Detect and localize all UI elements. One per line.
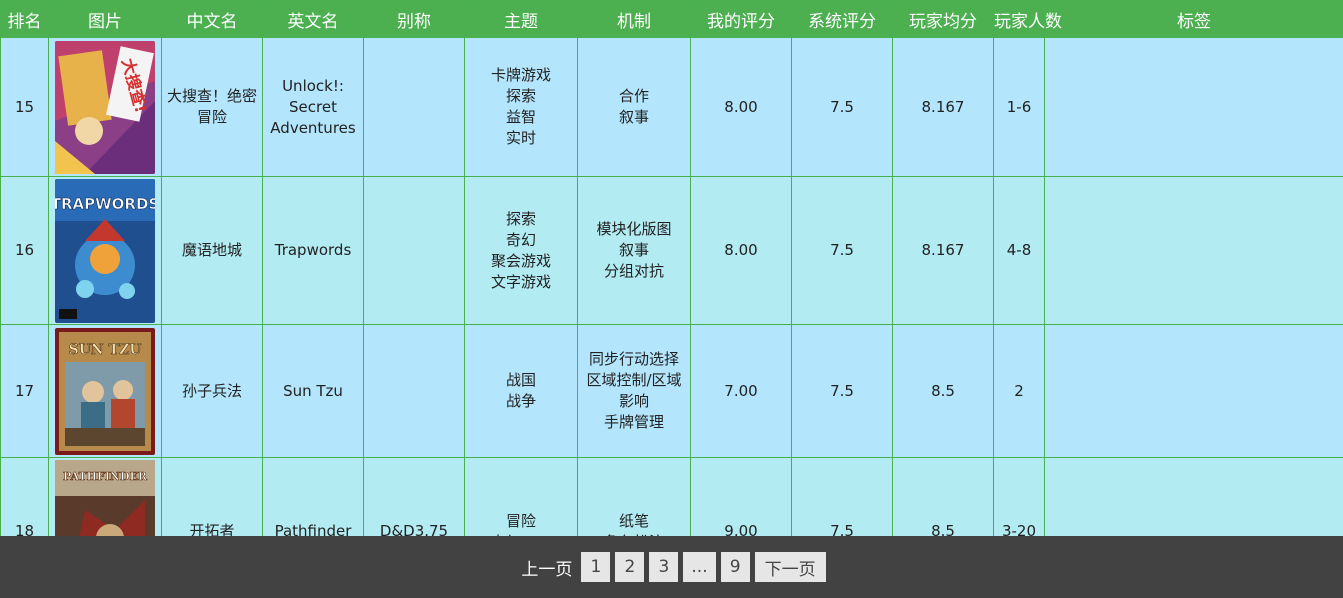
- column-header-image: 图片: [48, 0, 162, 38]
- rank-cell: 15: [0, 37, 49, 177]
- prev-page-link[interactable]: 上一页: [517, 555, 576, 580]
- sys-score-cell: 7.5: [791, 324, 893, 458]
- page: 排名 图片 中文名 英文名 别称 主题 机制 我的评分 系统评分 玩家均分 玩家…: [0, 0, 1343, 598]
- column-header-my-score[interactable]: 我的评分: [690, 0, 792, 38]
- theme-item: 卡牌游戏: [490, 66, 551, 84]
- my-score-cell: 8.00: [690, 37, 792, 177]
- column-header-tags[interactable]: 标签: [1044, 0, 1343, 38]
- column-header-en-name[interactable]: 英文名: [262, 0, 364, 38]
- cover-cell: 大搜查!: [48, 37, 162, 177]
- alias-cell: [363, 37, 465, 177]
- column-header-alias[interactable]: 别称: [363, 0, 465, 38]
- theme-cell: 战国 战争: [464, 324, 578, 458]
- mechanic-cell: 同步行动选择 区域控制/区域影响 手牌管理: [577, 324, 691, 458]
- mechanic-item: 手牌管理: [603, 413, 664, 431]
- sys-score-cell: 7.5: [791, 37, 893, 177]
- tags-cell: [1044, 176, 1343, 325]
- en-name-cell: Trapwords: [262, 176, 364, 325]
- mechanic-cell: 模块化版图 叙事 分组对抗: [577, 176, 691, 325]
- alias-cell: [363, 324, 465, 458]
- theme-item: 文字游戏: [490, 272, 551, 291]
- theme-item: 益智: [505, 108, 536, 126]
- mechanic-item: 同步行动选择: [588, 350, 679, 368]
- column-header-rank[interactable]: 排名: [0, 0, 49, 38]
- theme-item: 探索: [505, 209, 536, 228]
- table-row[interactable]: 16 TRAPWORDS 魔语地城 Trapwords 探索 奇幻 聚会游戏 文…: [0, 176, 1343, 325]
- sys-score-cell: 7.5: [791, 176, 893, 325]
- mechanic-item: 合作: [618, 87, 649, 105]
- theme-item: 聚会游戏: [490, 251, 551, 270]
- column-header-mechanic[interactable]: 机制: [577, 0, 691, 38]
- players-cell: 2: [993, 324, 1045, 458]
- players-cell: 1-6: [993, 37, 1045, 177]
- column-header-avg-score[interactable]: 玩家均分: [892, 0, 994, 38]
- mechanic-item: 纸笔: [618, 511, 649, 530]
- table-header: 排名 图片 中文名 英文名 别称 主题 机制 我的评分 系统评分 玩家均分 玩家…: [0, 0, 1343, 38]
- theme-item: 探索: [505, 87, 536, 105]
- cover-title: SUN TZU: [69, 342, 142, 358]
- cover-cell: SUN TZU: [48, 324, 162, 458]
- alias-cell: [363, 176, 465, 325]
- cover-title: PATHFINDER: [63, 470, 148, 483]
- mechanic-item: 模块化版图: [596, 220, 672, 238]
- cn-name-cell: 魔语地城: [161, 176, 263, 325]
- avg-score-cell: 8.167: [892, 37, 994, 177]
- column-header-players[interactable]: 玩家人数: [993, 0, 1062, 38]
- mechanic-item: 区域控制/区域影响: [586, 371, 682, 410]
- column-header-theme[interactable]: 主题: [464, 0, 578, 38]
- en-name-cell: Sun Tzu: [262, 324, 364, 458]
- rank-cell: 17: [0, 324, 49, 458]
- theme-cell: 卡牌游戏 探索 益智 实时: [464, 37, 578, 177]
- theme-item: 实时: [505, 129, 536, 147]
- theme-item: 冒险: [505, 511, 536, 530]
- en-name-cell: Unlock!: Secret Adventures: [262, 37, 364, 177]
- pagination-bar: 上一页 1 2 3 ... 9 下一页: [0, 536, 1343, 598]
- page-button-3[interactable]: 3: [649, 552, 679, 582]
- column-header-sys-score[interactable]: 系统评分: [791, 0, 893, 38]
- table-row[interactable]: 15 大搜查! 大搜查！绝密冒险 Unlock!: Secret Adventu…: [0, 37, 1343, 177]
- column-header-cn-name[interactable]: 中文名: [161, 0, 263, 38]
- table-row[interactable]: 17 SUN TZU 孙子兵法 Sun Tzu 战国 战争 同步行动选择 区域控…: [0, 324, 1343, 458]
- avg-score-cell: 8.167: [892, 176, 994, 325]
- players-cell: 4-8: [993, 176, 1045, 325]
- theme-item: 奇幻: [505, 230, 536, 249]
- page-button-1[interactable]: 1: [581, 552, 611, 582]
- tags-cell: [1044, 324, 1343, 458]
- mechanic-item: 叙事: [618, 108, 649, 126]
- sun-tzu-cover[interactable]: SUN TZU: [55, 327, 155, 455]
- trapwords-cover[interactable]: TRAPWORDS: [55, 178, 155, 323]
- my-score-cell: 8.00: [690, 176, 792, 325]
- theme-cell: 探索 奇幻 聚会游戏 文字游戏: [464, 176, 578, 325]
- cover-cell: TRAPWORDS: [48, 176, 162, 325]
- page-ellipsis-button[interactable]: ...: [683, 552, 716, 582]
- next-page-button[interactable]: 下一页: [754, 552, 826, 582]
- games-table: 排名 图片 中文名 英文名 别称 主题 机制 我的评分 系统评分 玩家均分 玩家…: [0, 0, 1343, 598]
- unlock-secret-adventures-cover[interactable]: 大搜查!: [55, 40, 155, 174]
- mechanic-cell: 合作 叙事: [577, 37, 691, 177]
- my-score-cell: 7.00: [690, 324, 792, 458]
- page-button-9[interactable]: 9: [720, 552, 750, 582]
- tags-cell: [1044, 37, 1343, 177]
- mechanic-item: 分组对抗: [603, 262, 664, 280]
- mechanic-item: 叙事: [618, 241, 649, 259]
- avg-score-cell: 8.5: [892, 324, 994, 458]
- theme-item: 战国: [505, 371, 536, 389]
- page-button-2[interactable]: 2: [615, 552, 645, 582]
- rank-cell: 16: [0, 176, 49, 325]
- cover-title: TRAPWORDS: [55, 195, 155, 213]
- cn-name-cell: 孙子兵法: [161, 324, 263, 458]
- theme-item: 战争: [505, 392, 536, 410]
- cn-name-cell: 大搜查！绝密冒险: [161, 37, 263, 177]
